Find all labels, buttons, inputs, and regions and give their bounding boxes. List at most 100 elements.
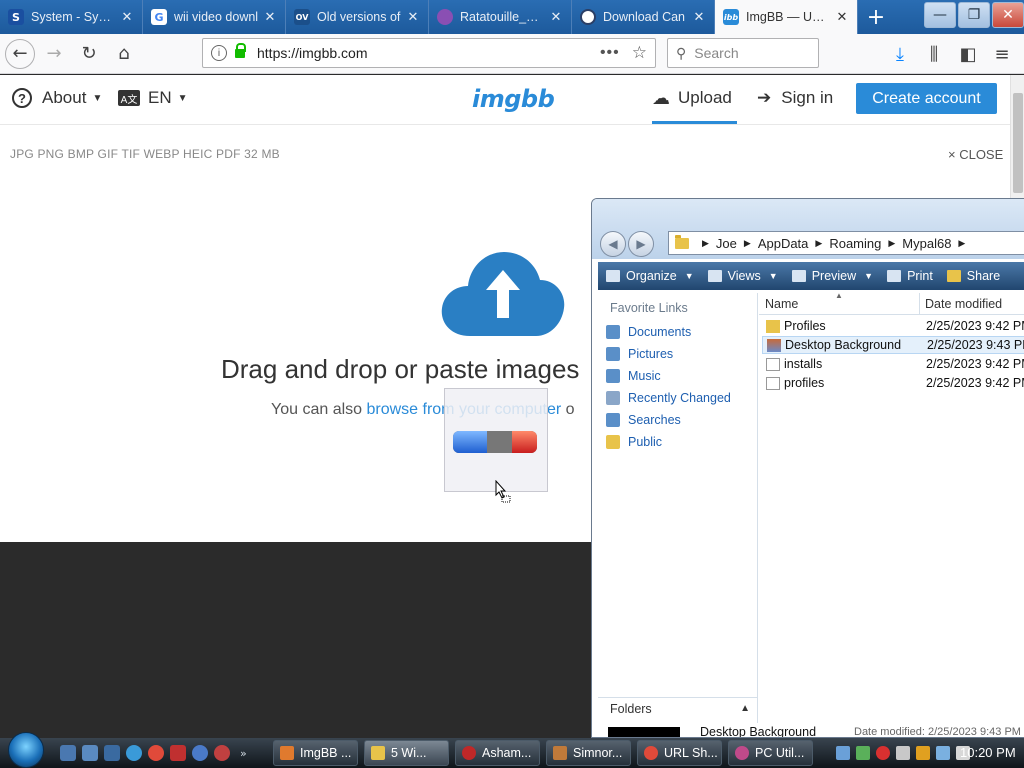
- reload-button[interactable]: ↻: [73, 38, 105, 70]
- taskbar-clock[interactable]: 10:20 PM: [960, 745, 1016, 760]
- menu-icon[interactable]: ≡: [986, 38, 1018, 70]
- organize-button[interactable]: Organize ▼: [606, 269, 694, 283]
- taskbar-button-ashampoo[interactable]: Asham...: [455, 740, 540, 766]
- page-actions-menu[interactable]: •••: [600, 44, 620, 62]
- file-name: installs: [784, 357, 823, 371]
- imgbb-logo[interactable]: imgbb: [472, 85, 555, 113]
- tray-app-icon[interactable]: [856, 746, 870, 760]
- favorite-links-title: Favorite Links: [610, 301, 688, 315]
- taskbar-button-url-shortener[interactable]: URL Sh...: [637, 740, 722, 766]
- favorite-link-public[interactable]: Public: [606, 435, 662, 449]
- tab-ratatouille[interactable]: Ratatouille_Win ✕: [429, 0, 572, 34]
- column-date-header[interactable]: Date modified: [925, 297, 1002, 311]
- explorer-address-bar[interactable]: ▶ Joe ▶ AppData ▶ Roaming ▶ Mypal68 ▶: [668, 231, 1024, 255]
- taskbar-button-pc-utilities[interactable]: PC Util...: [728, 740, 813, 766]
- system-tray: [836, 738, 970, 768]
- quick-launch-more[interactable]: »: [240, 747, 247, 760]
- home-button[interactable]: ⌂: [108, 38, 140, 70]
- sign-in-link[interactable]: ➔ Sign in: [757, 88, 833, 108]
- network-icon[interactable]: [936, 746, 950, 760]
- bookmark-star-icon[interactable]: ☆: [632, 43, 647, 63]
- upload-link[interactable]: ☁ Upload: [652, 75, 737, 124]
- breadcrumb-roaming[interactable]: Roaming: [829, 236, 881, 251]
- close-window-button[interactable]: ✕: [992, 2, 1024, 28]
- breadcrumb-appdata[interactable]: AppData: [758, 236, 809, 251]
- tab-close-icon[interactable]: ✕: [549, 10, 563, 25]
- computer-icon[interactable]: [104, 745, 120, 761]
- file-row-profiles-folder[interactable]: Profiles 2/25/2023 9:42 PM: [762, 317, 1024, 335]
- about-menu[interactable]: ? About ▼: [12, 88, 102, 108]
- page-scrollbar[interactable]: [1010, 75, 1024, 200]
- tab-close-icon[interactable]: ✕: [692, 10, 706, 25]
- url-text[interactable]: https://imgbb.com: [257, 45, 600, 61]
- breadcrumb-mypal68[interactable]: Mypal68: [902, 236, 951, 251]
- show-desktop-icon[interactable]: [60, 745, 76, 761]
- file-row-profiles-file[interactable]: profiles 2/25/2023 9:42 PM: [762, 374, 1024, 392]
- restore-button[interactable]: ❐: [958, 2, 990, 28]
- tab-system[interactable]: S System - System ✕: [0, 0, 143, 34]
- create-account-button[interactable]: Create account: [856, 83, 997, 114]
- file-row-installs[interactable]: installs 2/25/2023 9:42 PM: [762, 355, 1024, 373]
- internet-explorer-icon[interactable]: [126, 745, 142, 761]
- opera-icon[interactable]: [214, 745, 230, 761]
- download-icon[interactable]: ⤓: [884, 38, 916, 70]
- new-tab-button[interactable]: +: [858, 0, 894, 34]
- tray-app-icon[interactable]: [916, 746, 930, 760]
- favorite-link-searches[interactable]: Searches: [606, 413, 681, 427]
- info-icon[interactable]: i: [211, 45, 227, 61]
- column-name-header[interactable]: Name: [765, 297, 798, 311]
- tab-close-icon[interactable]: ✕: [835, 10, 849, 25]
- favorite-link-recently-changed[interactable]: Recently Changed: [606, 391, 731, 405]
- tab-close-icon[interactable]: ✕: [406, 10, 420, 25]
- chrome-icon[interactable]: [148, 745, 164, 761]
- cloud-upload-icon[interactable]: [440, 248, 567, 338]
- tab-old-versions[interactable]: OV Old versions of ✕: [286, 0, 429, 34]
- scrollbar-thumb[interactable]: [1013, 93, 1023, 193]
- library-icon[interactable]: ⫼: [918, 38, 950, 70]
- favorite-link-documents[interactable]: Documents: [606, 325, 691, 339]
- switch-windows-icon[interactable]: [82, 745, 98, 761]
- taskbar-button-explorer-group[interactable]: 5 Wi...: [364, 740, 449, 766]
- minimize-button[interactable]: —: [924, 2, 956, 28]
- tab-imgbb[interactable]: ibb ImgBB — Uploa ✕: [715, 0, 858, 34]
- tab-close-icon[interactable]: ✕: [263, 10, 277, 25]
- gmail-icon[interactable]: [170, 745, 186, 761]
- taskbar-button-imgbb[interactable]: ImgBB ...: [273, 740, 358, 766]
- mypal-icon[interactable]: [192, 745, 208, 761]
- favorite-link-music[interactable]: Music: [606, 369, 661, 383]
- organize-icon: [606, 270, 620, 282]
- close-uploader-link[interactable]: × CLOSE: [948, 147, 1003, 162]
- explorer-forward-button[interactable]: ▶: [628, 231, 654, 257]
- views-button[interactable]: Views ▼: [707, 269, 778, 283]
- language-menu[interactable]: A文 EN ▼: [118, 88, 188, 108]
- column-divider[interactable]: [919, 293, 920, 315]
- search-input[interactable]: ⚲ Search: [667, 38, 819, 68]
- back-button[interactable]: ←: [5, 38, 35, 69]
- simnor-icon: [553, 746, 567, 760]
- taskbar-button-simnor[interactable]: Simnor...: [546, 740, 631, 766]
- tray-app-icon[interactable]: [896, 746, 910, 760]
- file-row-desktop-background[interactable]: Desktop Background 2/25/2023 9:43 PM: [762, 336, 1024, 354]
- print-button[interactable]: Print: [887, 269, 933, 283]
- tab-download[interactable]: Download Can ✕: [572, 0, 715, 34]
- printer-icon: [887, 270, 902, 282]
- sidebar-icon[interactable]: ◧: [952, 38, 984, 70]
- preview-button[interactable]: Preview ▼: [791, 269, 873, 283]
- explorer-back-button[interactable]: ◀: [600, 231, 626, 257]
- folders-toggle[interactable]: Folders ▲: [598, 697, 758, 719]
- file-explorer-window[interactable]: ◀ ▶ ▶ Joe ▶ AppData ▶ Roaming ▶ Mypal68 …: [591, 198, 1024, 738]
- start-button[interactable]: [8, 732, 44, 768]
- tab-wii-video[interactable]: G wii video downl ✕: [143, 0, 286, 34]
- explorer-command-bar: Organize ▼ Views ▼ Preview ▼ Print Share: [598, 262, 1024, 290]
- share-button[interactable]: Share: [946, 269, 1000, 283]
- folder-icon: [766, 319, 780, 333]
- favorite-link-pictures[interactable]: Pictures: [606, 347, 673, 361]
- forward-button[interactable]: →: [38, 38, 70, 70]
- tab-close-icon[interactable]: ✕: [120, 10, 134, 25]
- breadcrumb-joe[interactable]: Joe: [716, 236, 737, 251]
- file-name: profiles: [784, 376, 825, 390]
- tray-app-icon[interactable]: [836, 746, 850, 760]
- tray-error-icon[interactable]: [876, 746, 890, 760]
- oldversion-icon: OV: [294, 9, 310, 25]
- url-bar[interactable]: i https://imgbb.com ••• ☆: [202, 38, 656, 68]
